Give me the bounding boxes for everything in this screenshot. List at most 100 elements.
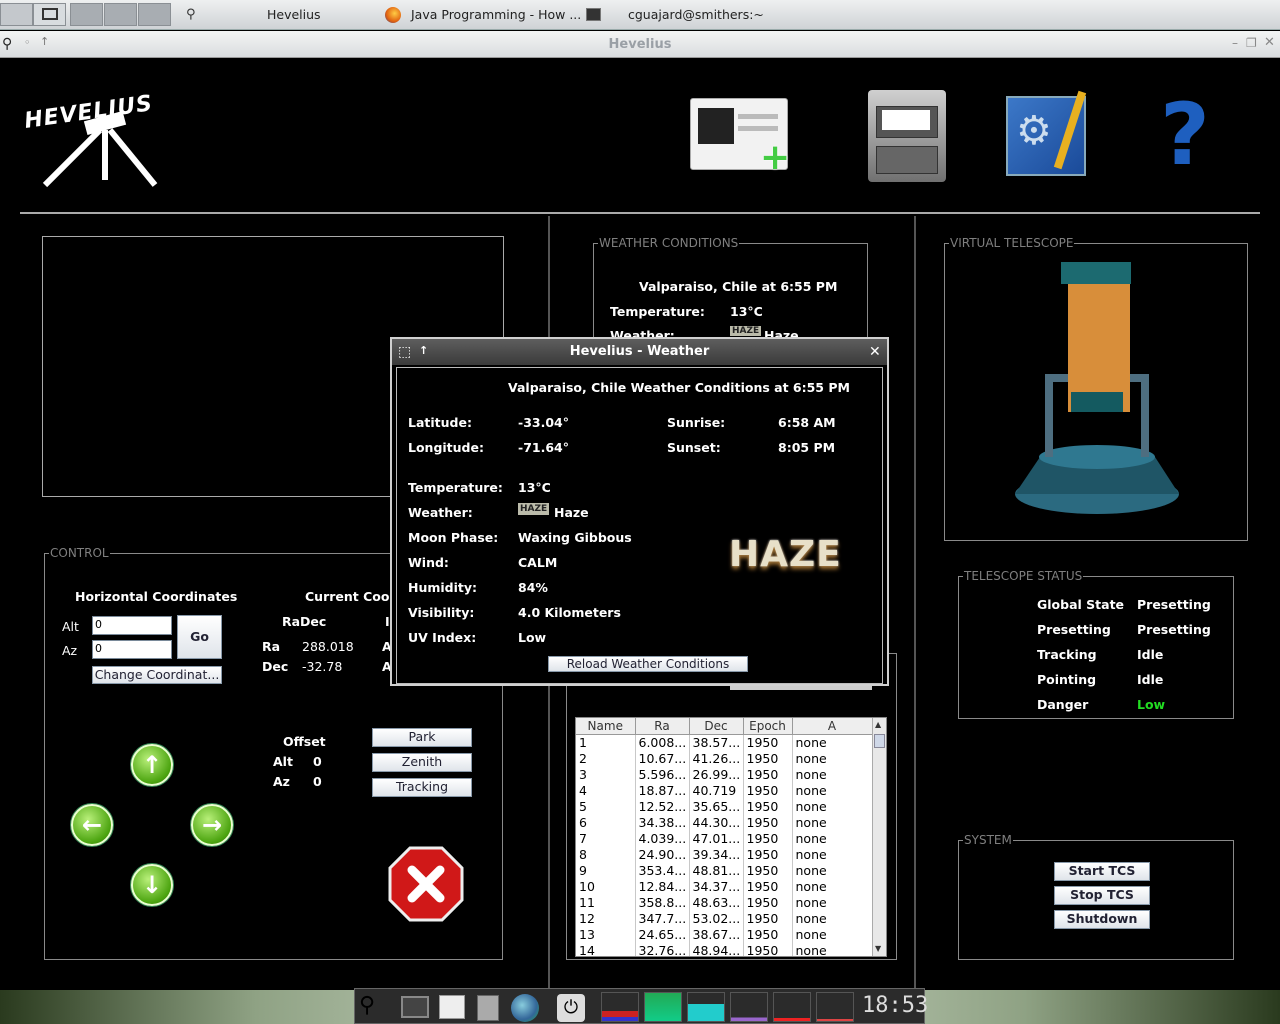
dock-terminal-icon[interactable]: [401, 996, 429, 1018]
task-java-programming[interactable]: Java Programming - How ...: [411, 0, 581, 30]
dialog-latitude: -33.04°: [518, 415, 569, 430]
clock: 18:53: [862, 993, 929, 1018]
dock-power-icon[interactable]: ⏻: [557, 994, 585, 1022]
weather-panel-location: Valparaiso, Chile at 6:55 PM: [639, 279, 838, 294]
table-row[interactable]: 12 347.7... 53.02... 1950 none: [576, 910, 873, 926]
window-titlebar: ⚲ ◦ ↑ Hevelius – ❐ ✕: [0, 31, 1280, 58]
virtual-telescope-panel: VIRTUAL TELESCOPE: [944, 236, 1248, 541]
table-row[interactable]: 8 24.90... 39.34... 1950 none: [576, 846, 873, 862]
dialog-raise-icon[interactable]: ↑: [419, 338, 428, 364]
help-icon[interactable]: ?: [1160, 90, 1210, 180]
status-danger-value: Low: [1137, 697, 1166, 712]
table-cell: 14: [576, 942, 636, 956]
workspace-1[interactable]: [33, 3, 66, 26]
dock-files-icon[interactable]: [477, 995, 499, 1021]
table-cell: 34.38...: [635, 814, 690, 830]
workspace-3[interactable]: [104, 3, 137, 26]
az-input[interactable]: 0: [92, 640, 172, 659]
park-button[interactable]: Park: [372, 728, 472, 747]
dialog-wind: CALM: [518, 555, 558, 570]
move-up-button[interactable]: ↑: [131, 744, 173, 786]
table-cell: none: [792, 782, 873, 798]
catalog-column-header[interactable]: Dec: [689, 718, 744, 735]
status-danger-label: Danger: [1037, 697, 1089, 712]
task-hevelius[interactable]: Hevelius: [267, 0, 321, 30]
stop-octagon-icon: [388, 846, 464, 922]
table-row[interactable]: 13 24.65... 38.67... 1950 none: [576, 926, 873, 942]
file-cabinet-button[interactable]: [868, 90, 946, 182]
table-cell: 35.65...: [689, 798, 744, 814]
table-row[interactable]: 3 5.596... 26.99... 1950 none: [576, 766, 873, 782]
catalog-column-header[interactable]: Ra: [635, 718, 690, 735]
tracking-button[interactable]: Tracking: [372, 778, 472, 797]
catalog-panel: Name Ra Dec Epoch A 1 6.008... 38.57... 1950 non…: [566, 653, 897, 960]
table-row[interactable]: 4 18.87... 40.719 1950 none: [576, 782, 873, 798]
user-card-button[interactable]: +: [690, 98, 790, 176]
start-tcs-button[interactable]: Start TCS: [1054, 862, 1150, 881]
shutdown-button[interactable]: Shutdown: [1054, 910, 1150, 929]
move-left-button[interactable]: ←: [71, 804, 113, 846]
dock-editor-icon[interactable]: [439, 995, 465, 1019]
table-cell: 13: [576, 926, 636, 942]
scroll-thumb[interactable]: [874, 734, 885, 748]
scroll-down-icon[interactable]: ▼: [875, 944, 881, 953]
table-row[interactable]: 1 6.008... 38.57... 1950 none: [576, 734, 873, 750]
zenith-button[interactable]: Zenith: [372, 753, 472, 772]
dialog-uv-label: UV Index:: [408, 630, 477, 645]
workspace-2[interactable]: [70, 3, 103, 26]
table-cell: 1950: [743, 830, 793, 846]
table-row[interactable]: 14 32.76... 48.94... 1950 none: [576, 942, 873, 956]
change-coordinates-button[interactable]: Change Coordinat...: [92, 666, 222, 684]
table-cell: 347.7...: [635, 910, 690, 926]
arrow-down-icon: ↓: [141, 871, 163, 899]
reload-weather-button[interactable]: Reload Weather Conditions: [548, 656, 748, 672]
stop-tcs-button[interactable]: Stop TCS: [1054, 886, 1150, 905]
table-row[interactable]: 10 12.84... 34.37... 1950 none: [576, 878, 873, 894]
go-button[interactable]: Go: [177, 615, 222, 659]
emergency-stop-button[interactable]: [388, 846, 464, 922]
alt-label: Alt: [62, 619, 79, 634]
table-row[interactable]: 9 353.4... 48.81... 1950 none: [576, 862, 873, 878]
weather-panel-temp-label: Temperature:: [610, 304, 705, 319]
task-terminal[interactable]: cguajard@smithers:~: [628, 0, 764, 30]
column-divider-right: [914, 216, 916, 988]
table-cell: none: [792, 910, 873, 926]
table-cell: 358.8...: [635, 894, 690, 910]
move-right-button[interactable]: →: [191, 804, 233, 846]
catalog-table[interactable]: Name Ra Dec Epoch A 1 6.008... 38.57... 1950 non…: [575, 717, 887, 957]
dock-app-icon[interactable]: ⚲: [359, 993, 389, 1021]
table-cell: 39.34...: [689, 846, 744, 862]
show-desktop-button[interactable]: [0, 3, 33, 26]
horizontal-coordinates-title: Horizontal Coordinates: [75, 589, 238, 604]
catalog-scrollbar[interactable]: ▲ ▼: [872, 718, 886, 956]
table-cell: none: [792, 766, 873, 782]
close-window-icon[interactable]: ✕: [1264, 35, 1275, 50]
dock-browser-icon[interactable]: [511, 994, 539, 1022]
catalog-column-header[interactable]: Name: [576, 718, 636, 735]
minimize-icon[interactable]: –: [1232, 36, 1238, 50]
workspace-4[interactable]: [138, 3, 171, 26]
catalog-column-header[interactable]: Epoch: [743, 718, 793, 735]
table-row[interactable]: 11 358.8... 48.63... 1950 none: [576, 894, 873, 910]
arrow-right-icon: →: [201, 811, 223, 839]
table-cell: 1950: [743, 926, 793, 942]
dialog-sunset: 8:05 PM: [778, 440, 836, 455]
alt-input[interactable]: 0: [92, 616, 172, 635]
dialog-humidity-label: Humidity:: [408, 580, 478, 595]
table-row[interactable]: 7 4.039... 47.01... 1950 none: [576, 830, 873, 846]
table-row[interactable]: 2 10.67... 41.26... 1950 none: [576, 750, 873, 766]
table-cell: 34.37...: [689, 878, 744, 894]
move-down-button[interactable]: ↓: [131, 864, 173, 906]
table-cell: 26.99...: [689, 766, 744, 782]
dialog-menu-icon[interactable]: ⬚: [398, 339, 411, 365]
catalog-column-header[interactable]: A: [792, 718, 873, 735]
maximize-icon[interactable]: ❐: [1246, 36, 1257, 50]
table-cell: 8: [576, 846, 636, 862]
table-row[interactable]: 6 34.38... 44.30... 1950 none: [576, 814, 873, 830]
table-cell: 6.008...: [635, 734, 690, 750]
dialog-close-icon[interactable]: ✕: [869, 339, 881, 365]
dialog-latitude-label: Latitude:: [408, 415, 472, 430]
settings-blueprint-button[interactable]: ⚙: [1006, 90, 1087, 176]
table-row[interactable]: 5 12.52... 35.65... 1950 none: [576, 798, 873, 814]
scroll-up-icon[interactable]: ▲: [875, 720, 881, 729]
